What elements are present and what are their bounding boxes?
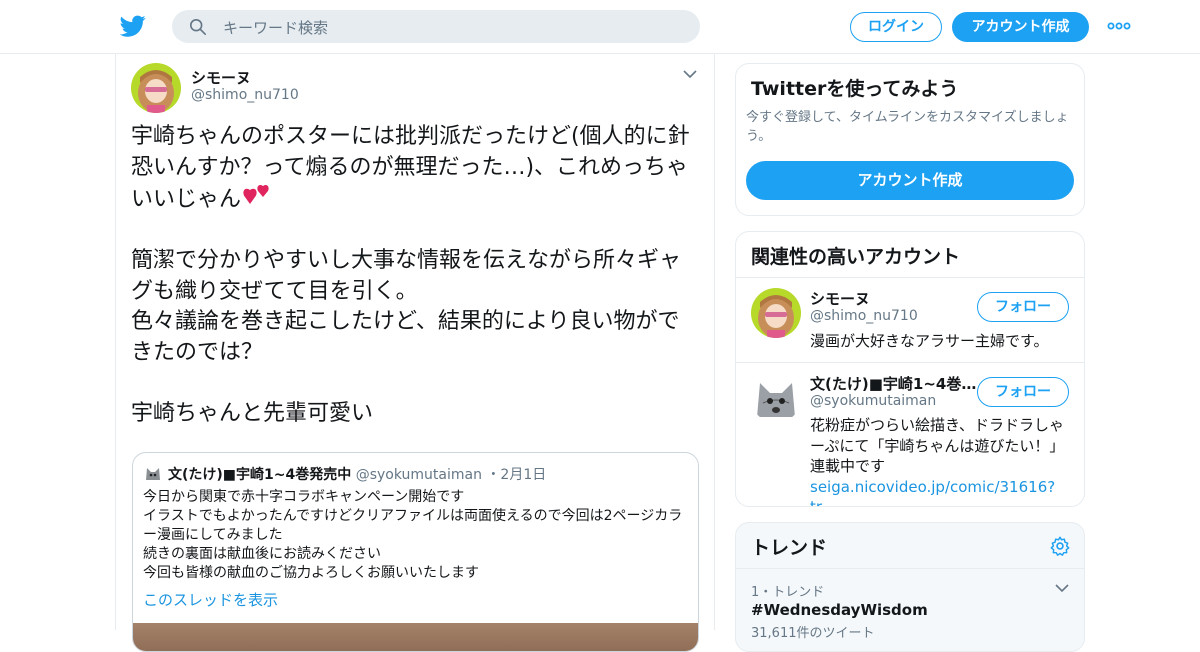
tweet-text: 宇崎ちゃんのポスターには批判派だったけど(個人的に針恐いんすか？って煽るのが無理… bbox=[131, 122, 701, 429]
login-button[interactable]: ログイン bbox=[850, 12, 942, 42]
trends-card: トレンド 1・トレンド #WednesdayWisdom 31,611件のツイー… bbox=[735, 522, 1085, 652]
follow-button[interactable]: フォロー bbox=[977, 292, 1069, 322]
avatar[interactable] bbox=[131, 63, 181, 113]
account-bio: 漫画が大好きなアラサー主婦です。 bbox=[810, 332, 1049, 350]
related-accounts-title: 関連性の高いアカウント bbox=[751, 246, 961, 268]
account-handle[interactable]: @syokumutaiman bbox=[810, 393, 936, 409]
avatar-illustration-icon bbox=[131, 63, 181, 113]
account-link[interactable]: seiga.nicovideo.jp/comic/31616?tr… bbox=[810, 478, 1055, 507]
avatar-illustration-icon bbox=[751, 288, 801, 338]
two-hearts-emoji-icon bbox=[243, 184, 269, 204]
tweet-text-part-1: 宇崎ちゃんのポスターには批判派だったけど(個人的に針恐いんすか？って煽るのが無理… bbox=[131, 124, 690, 212]
chevron-down-icon[interactable] bbox=[682, 68, 698, 80]
signup-card-description: 今すぐ登録して、タイムラインをカスタマイズしましょう。 bbox=[746, 110, 1069, 144]
show-thread-link[interactable]: このスレッドを表示 bbox=[143, 589, 278, 610]
quoted-tweet[interactable]: 文(たけ)■宇崎1~4巻発売中 @syokumutaiman ・2月1日 今日か… bbox=[132, 452, 699, 652]
related-accounts-card: 関連性の高いアカウント シモーヌ @shimo_nu710 フォロー 漫画が大好… bbox=[735, 231, 1085, 507]
divider bbox=[736, 568, 1084, 569]
account-handle[interactable]: @shimo_nu710 bbox=[810, 308, 918, 324]
account-avatar[interactable] bbox=[751, 373, 801, 423]
trend-name[interactable]: #WednesdayWisdom bbox=[751, 601, 928, 619]
cat-avatar-icon bbox=[751, 373, 801, 423]
signup-button[interactable]: アカウント作成 bbox=[952, 12, 1089, 42]
quoted-separator: ・ bbox=[486, 467, 501, 483]
quoted-text: 今日から関東で赤十字コラボキャンペーン開始です イラストでもよかったんですけどク… bbox=[143, 489, 683, 581]
signup-card-button[interactable]: アカウント作成 bbox=[746, 161, 1074, 200]
chevron-down-icon[interactable] bbox=[1054, 582, 1070, 594]
tweet-text-part-2: 簡潔で分かりやすいし大事な情報を伝えながら所々ギャグも織り交ぜてて目を引く。 色… bbox=[131, 248, 682, 426]
signup-card-title: Twitterを使ってみよう bbox=[751, 78, 959, 100]
quoted-media-image[interactable] bbox=[133, 623, 698, 651]
quoted-date[interactable]: 2月1日 bbox=[500, 467, 546, 483]
account-name[interactable]: 文(たけ)■宇崎1~4巻… bbox=[810, 373, 976, 394]
trend-tweet-count: 31,611件のツイート bbox=[751, 626, 875, 641]
more-options-icon[interactable] bbox=[1107, 18, 1131, 34]
follow-button[interactable]: フォロー bbox=[977, 377, 1069, 407]
quoted-header: 文(たけ)■宇崎1~4巻発売中 @syokumutaiman ・2月1日 bbox=[168, 464, 546, 484]
twitter-bird-icon[interactable] bbox=[120, 13, 146, 39]
account-avatar[interactable] bbox=[751, 288, 801, 338]
divider bbox=[736, 277, 1084, 278]
tweet-author-name[interactable]: シモーヌ bbox=[191, 67, 251, 88]
account-bio-text: 花粉症がつらい絵描き、ドラドラしゃーぷにて「宇崎ちゃんは遊びたい！」連載中です bbox=[810, 416, 1065, 475]
signup-card: Twitterを使ってみよう 今すぐ登録して、タイムラインをカスタマイズしましょ… bbox=[735, 63, 1085, 216]
tweet-author-handle[interactable]: @shimo_nu710 bbox=[191, 87, 299, 103]
search-input[interactable]: キーワード検索 bbox=[223, 17, 328, 38]
trend-meta: 1・トレンド bbox=[751, 585, 825, 600]
top-bar: キーワード検索 ログイン アカウント作成 bbox=[0, 0, 1200, 54]
search-icon bbox=[189, 18, 207, 36]
divider bbox=[736, 362, 1084, 363]
trends-title: トレンド bbox=[751, 537, 828, 559]
tweet-column: シモーヌ @shimo_nu710 宇崎ちゃんのポスターには批判派だったけど(個… bbox=[115, 54, 715, 652]
gear-icon[interactable] bbox=[1049, 535, 1071, 557]
account-name[interactable]: シモーヌ bbox=[810, 288, 870, 309]
quoted-author-handle[interactable]: @syokumutaiman bbox=[356, 467, 482, 483]
cat-avatar-icon bbox=[143, 463, 163, 483]
search-bar[interactable]: キーワード検索 bbox=[172, 10, 700, 43]
quoted-author-name[interactable]: 文(たけ)■宇崎1~4巻発売中 bbox=[168, 467, 351, 483]
quoted-avatar bbox=[143, 463, 163, 483]
account-bio: 花粉症がつらい絵描き、ドラドラしゃーぷにて「宇崎ちゃんは遊びたい！」連載中です s… bbox=[810, 415, 1075, 507]
